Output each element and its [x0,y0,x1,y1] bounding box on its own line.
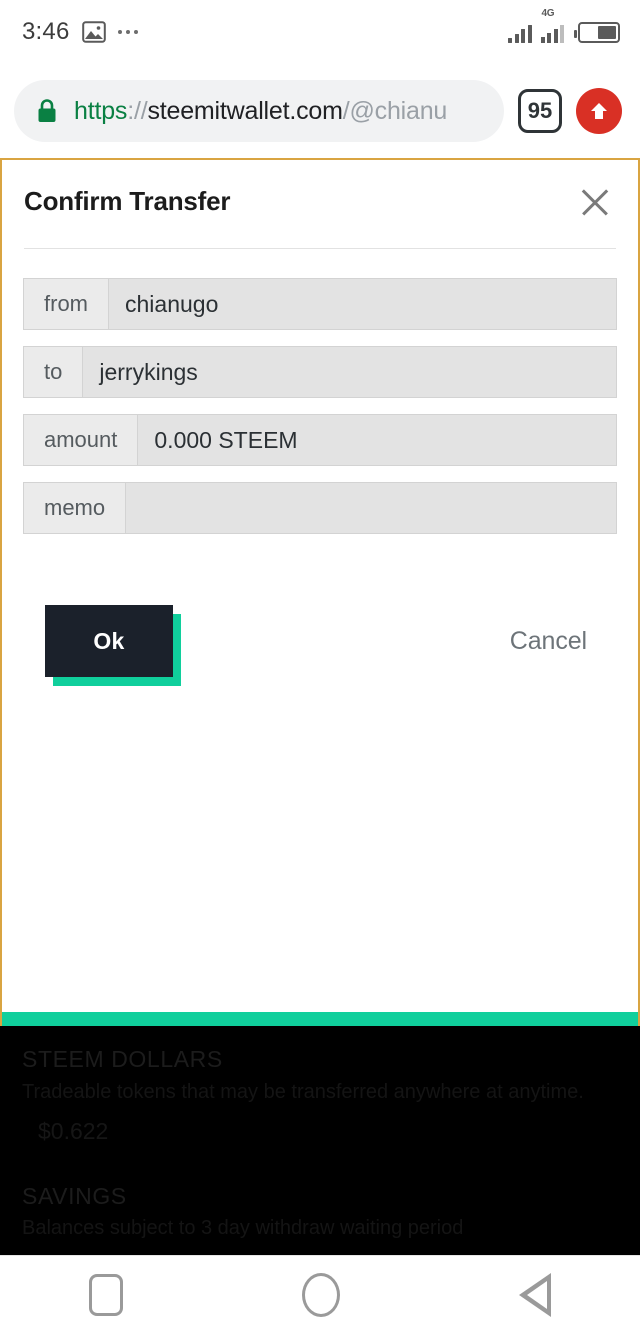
status-bar: 3:46 4G [0,0,640,64]
url-path: /@chianu [342,98,448,124]
behind-section-value: $0.622 [38,1117,109,1144]
address-bar[interactable]: https://steemitwallet.com/@chianu [14,80,504,142]
field-label-from: from [24,279,109,329]
browser-toolbar: https://steemitwallet.com/@chianu 95 [0,64,640,158]
field-value-amount[interactable]: 0.000 STEEM [138,415,616,465]
behind-section-description: Tradeable tokens that may be transferred… [22,1080,584,1103]
behind-section-savings: SAVINGS Balances subject to 3 day withdr… [22,1179,618,1256]
behind-section-title: STEEM DOLLARS [22,1046,223,1072]
battery-icon [574,22,620,43]
lock-icon [36,98,58,124]
cancel-button[interactable]: Cancel [502,627,595,656]
dialog-header: Confirm Transfer [2,160,638,218]
dialog-actions: Ok Cancel [23,550,617,686]
dialog-accent-bar [2,1012,638,1026]
field-value-to[interactable]: jerrykings [83,347,616,397]
tab-count-label: 95 [527,98,553,123]
square-recents-icon[interactable] [89,1273,124,1316]
status-time: 3:46 [22,18,70,45]
field-row-from: from chianugo [23,278,617,330]
signal-bars-icon [508,21,532,43]
up-arrow-icon[interactable] [576,88,622,134]
confirm-transfer-dialog: Confirm Transfer from chianugo to jerryk… [0,158,640,1026]
close-icon[interactable] [578,184,612,218]
url-host: steemitwallet.com [147,98,343,124]
field-label-to: to [24,347,84,397]
network-type-label: 4G [541,8,555,19]
field-row-amount: amount 0.000 STEEM [23,414,617,466]
ok-button-wrapper: Ok [45,605,181,686]
behind-section-title: SAVINGS [22,1182,127,1209]
behind-section-description: Balances subject to 3 day withdraw waiti… [22,1217,464,1239]
android-nav-bar [0,1255,640,1333]
field-label-amount: amount [24,415,139,465]
url-separator: :// [127,98,148,124]
field-value-memo[interactable] [126,483,616,533]
image-icon [81,21,106,43]
dialog-body: from chianugo to jerrykings amount 0.000… [2,249,638,686]
url-scheme: https [74,98,128,124]
field-label-memo: memo [24,483,127,533]
field-value-from[interactable]: chianugo [109,279,616,329]
network-type-icon: 4G [540,9,564,43]
status-bar-left: 3:46 [22,18,138,46]
field-row-memo: memo [23,482,617,534]
behind-section-steem-dollars: STEEM DOLLARS Tradeable tokens that may … [22,1042,618,1145]
tab-counter-button[interactable]: 95 [518,89,562,133]
field-row-to: to jerrykings [23,346,617,398]
ok-button[interactable]: Ok [45,605,173,677]
more-dots-icon [117,30,138,34]
triangle-back-icon[interactable] [518,1272,551,1317]
page-title: Confirm Transfer [24,186,231,216]
url-text: https://steemitwallet.com/@chianu [74,99,447,124]
status-bar-right: 4G [508,9,620,43]
circle-home-icon[interactable] [301,1272,340,1317]
